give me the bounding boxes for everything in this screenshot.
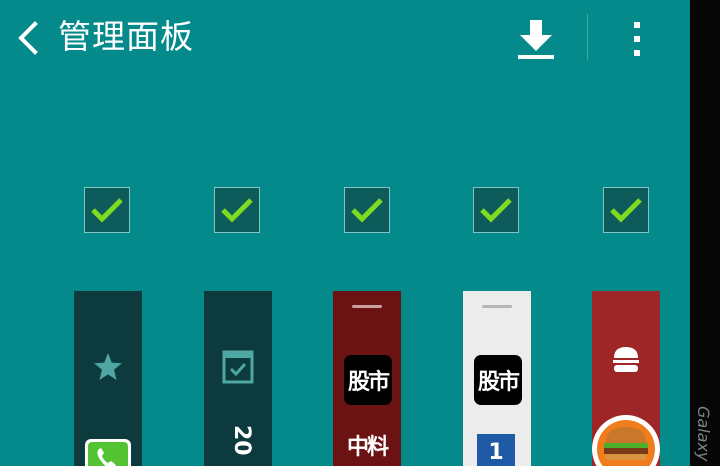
app-header: 管理面板	[0, 0, 690, 78]
stock-badge: 股市	[344, 355, 392, 405]
checkmark-icon	[351, 198, 383, 223]
panel-checkbox-food[interactable]	[603, 187, 649, 233]
panel-handle	[482, 305, 512, 308]
star-icon	[94, 353, 122, 380]
panel-checkbox-favorites[interactable]	[84, 187, 130, 233]
panel-stocks-white[interactable]: 股市 1	[463, 291, 531, 466]
panel-stocks-red[interactable]: 股市 中料	[333, 291, 401, 466]
panel-checkbox-calendar[interactable]	[214, 187, 260, 233]
checkmark-icon	[480, 198, 512, 223]
calendar-date-text: 20	[229, 425, 254, 456]
header-divider	[587, 14, 588, 60]
svg-text:Galaxy: Galaxy	[694, 406, 713, 462]
panel-calendar[interactable]: 20	[204, 291, 272, 466]
stock-badge: 股市	[474, 355, 522, 405]
calendar-check-icon	[222, 350, 254, 384]
panel-checkbox-stocks-white[interactable]	[473, 187, 519, 233]
checkmark-icon	[91, 198, 123, 223]
stock-bottom-text: 中料	[347, 435, 389, 460]
more-vertical-icon[interactable]	[628, 18, 648, 60]
panel-favorites[interactable]	[74, 291, 142, 466]
panel-checkbox-stocks-red[interactable]	[344, 187, 390, 233]
phone-icon	[85, 439, 131, 466]
page-title: 管理面板	[58, 17, 194, 56]
checkmark-icon	[610, 198, 642, 223]
back-chevron-icon[interactable]	[16, 20, 40, 56]
stock-index-badge: 1	[477, 434, 515, 466]
checkmark-icon	[221, 198, 253, 223]
burger-logo-icon	[592, 415, 660, 466]
panel-handle	[352, 305, 382, 308]
galaxy-brand-logo: Galaxy	[694, 406, 713, 462]
burger-icon	[613, 347, 639, 372]
device-edge	[690, 0, 720, 466]
download-icon[interactable]	[514, 18, 558, 62]
panel-food[interactable]	[592, 291, 660, 466]
